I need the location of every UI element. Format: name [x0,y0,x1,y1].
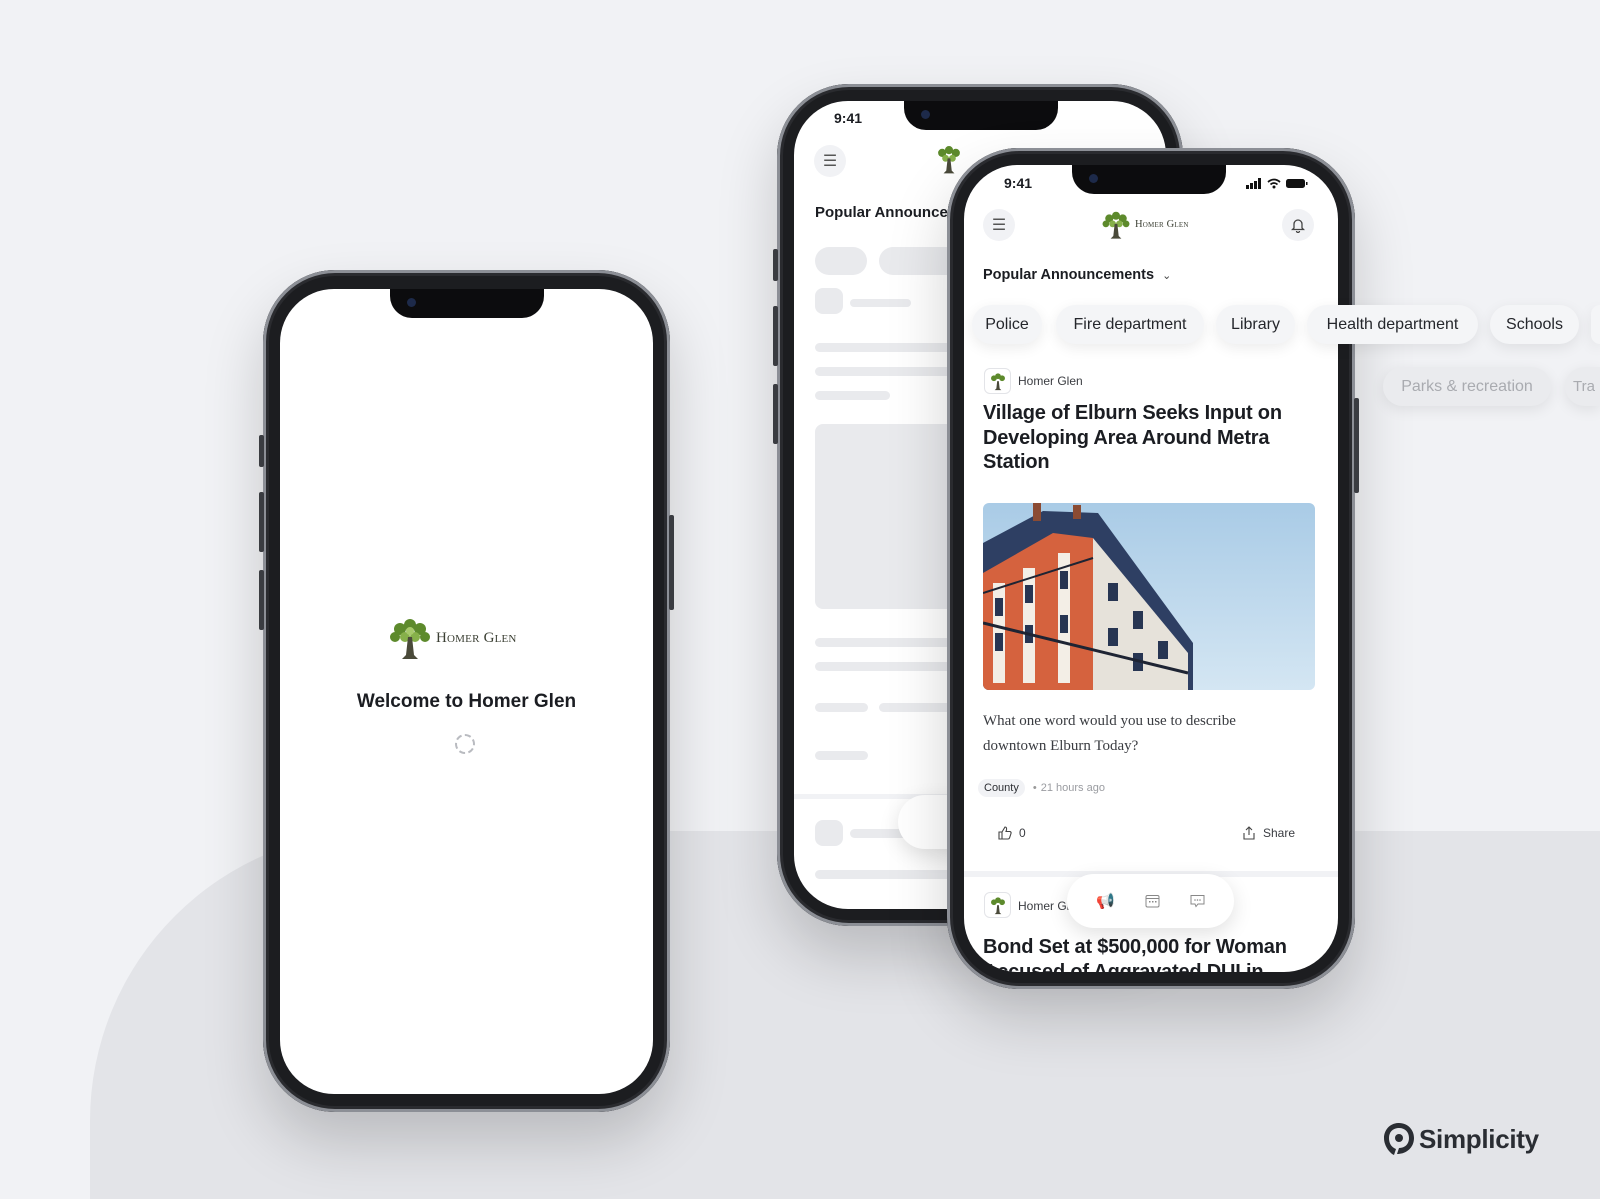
post-title[interactable]: Village of Elburn Seeks Input on Develop… [983,401,1283,475]
source-name: Homer Gl [1018,899,1070,913]
homer-glen-logo: Homer Glen [388,615,517,661]
menu-icon: ☰ [991,217,1007,234]
tree-icon [990,896,1005,914]
like-count: 0 [1019,826,1026,840]
loading-spinner [455,734,475,754]
megaphone-icon[interactable]: 📢 [1096,892,1115,910]
simplicity-wordmark: Simplicity [1419,1123,1539,1154]
calendar-icon[interactable] [1145,894,1160,908]
tag-badge[interactable]: County [978,779,1025,797]
notifications-button[interactable] [1282,209,1314,241]
chevron-down-icon: ⌄ [1162,269,1172,282]
menu-icon: ☰ [822,153,838,170]
tree-icon [938,146,960,174]
post-image [983,503,1315,690]
chip-police[interactable]: Police [972,305,1042,344]
battery-icon [1286,179,1308,188]
tree-icon [1102,211,1130,239]
post-time: 21 hours ago [1040,782,1105,794]
tree-icon [390,619,430,659]
separator-dot: • [1032,782,1037,794]
chip-fire-department[interactable]: Fire department [1056,305,1204,344]
location-pin-icon [1384,1123,1414,1155]
post-meta: County • 21 hours ago [978,779,1105,797]
status-icons [1246,178,1308,189]
section-dropdown[interactable]: Popular Announcements ⌄ [983,267,1171,283]
share-icon [1243,826,1255,840]
menu-button[interactable]: ☰ [983,209,1015,241]
splash-phone: Homer Glen Welcome to Homer Glen [259,270,674,1112]
bell-icon [1291,218,1305,233]
bottom-nav: 📢 [1067,874,1234,928]
chat-icon[interactable] [1190,894,1205,908]
chip-schools[interactable]: Schools [1490,305,1579,344]
chip-library[interactable]: Library [1216,305,1295,344]
post-title[interactable]: Bond Set at $500,000 for Woman Accused o… [983,935,1303,972]
post-body: What one word would you use to describe … [983,713,1236,754]
tree-icon [990,372,1005,390]
signal-icon [1246,178,1261,189]
menu-button[interactable]: ☰ [814,145,846,177]
like-button[interactable]: 0 [998,826,1026,840]
chip-more[interactable] [1591,305,1600,344]
feed-screen: 9:41 ☰ Homer Glen Popular Announcements … [964,165,1338,972]
chip-parks-recreation[interactable]: Parks & recreation [1383,367,1551,406]
homer-glen-logo [934,143,964,175]
feed-phone: 9:41 ☰ Homer Glen Popular Announcements … [947,148,1359,989]
thumbs-up-icon [998,826,1012,840]
splash-screen: Homer Glen Welcome to Homer Glen [280,289,653,1094]
section-title: Popular Announcements [983,267,1155,283]
wifi-icon [1267,178,1281,189]
source-name: Homer Glen [1018,374,1083,388]
source-avatar [984,892,1011,918]
share-button[interactable]: Share [1242,826,1295,840]
welcome-title: Welcome to Homer Glen [356,691,577,712]
simplicity-logo: Simplicity [1382,1121,1539,1157]
building-photo [983,503,1315,690]
chip-transport[interactable]: Tra [1565,367,1600,406]
share-label: Share [1263,826,1296,840]
source-avatar [984,368,1011,394]
chip-health-department[interactable]: Health department [1307,305,1478,344]
homer-glen-logo: Homer Glen [1101,209,1189,240]
